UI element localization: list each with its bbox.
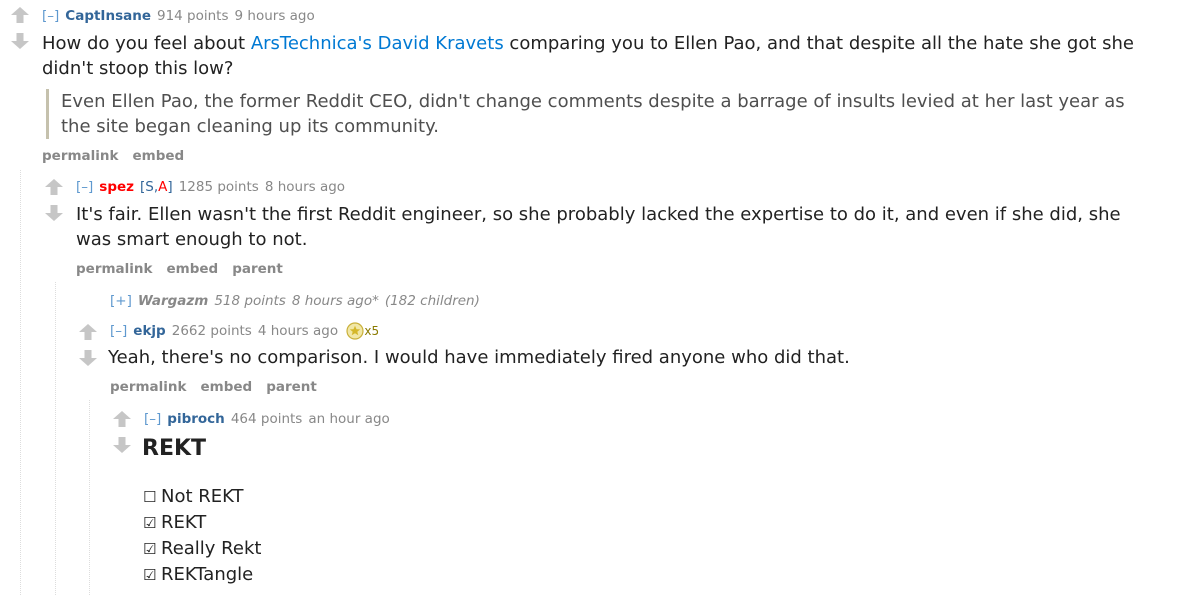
quote-text: Even Ellen Pao, the former Reddit CEO, d… xyxy=(61,91,1125,137)
collapse-toggle[interactable]: [–] xyxy=(42,8,59,24)
comment-body: Yeah, there's no comparison. I would hav… xyxy=(108,345,1168,370)
list-item-label: Really Rekt xyxy=(161,538,262,559)
author-link[interactable]: Wargazm xyxy=(138,293,208,309)
downvote-arrow-icon[interactable] xyxy=(10,32,30,50)
collapse-toggle[interactable]: [–] xyxy=(110,323,127,339)
author-link[interactable]: pibroch xyxy=(167,411,225,427)
thread-line-level-1 xyxy=(20,170,21,595)
permalink-button[interactable]: permalink xyxy=(76,261,153,277)
timestamp: 8 hours ago* xyxy=(291,293,379,309)
timestamp: 8 hours ago xyxy=(264,179,346,195)
upvote-arrow-icon[interactable] xyxy=(78,323,98,341)
comment-wargazm-collapsed: [+] Wargazm 518 points 8 hours ago* (182 chi… xyxy=(110,292,480,310)
score: 518 points xyxy=(214,293,286,309)
list-item: ☑ Really Rekt xyxy=(143,536,261,562)
upvote-arrow-icon[interactable] xyxy=(10,6,30,24)
comment-tagline: [–] pibroch 464 points an hour ago xyxy=(144,410,390,428)
permalink-button[interactable]: permalink xyxy=(42,148,119,164)
timestamp: an hour ago xyxy=(308,411,390,427)
comment-body: How do you feel about ArsTechnica's Davi… xyxy=(42,31,1152,81)
flair-s[interactable]: S xyxy=(145,179,154,195)
score: 914 points xyxy=(156,8,229,24)
permalink-button[interactable]: permalink xyxy=(110,379,187,395)
list-item: ☑ REKTangle xyxy=(143,562,261,588)
comment-buttons: permalink embed parent xyxy=(110,378,331,396)
children-count: (182 children) xyxy=(384,293,480,309)
expand-toggle[interactable]: [+] xyxy=(110,293,132,309)
list-item: ☑ REKT xyxy=(143,510,261,536)
timestamp: 4 hours ago xyxy=(257,323,339,339)
timestamp: 9 hours ago xyxy=(234,8,315,24)
comment-tagline: [–] ekjp 2662 points 4 hours ago x5 xyxy=(110,322,379,340)
list-item-label: Not REKT xyxy=(161,486,244,507)
upvote-arrow-icon[interactable] xyxy=(44,178,64,196)
collapse-toggle[interactable]: [–] xyxy=(76,179,93,195)
list-item-label: REKTangle xyxy=(161,564,254,585)
downvote-arrow-icon[interactable] xyxy=(78,349,98,367)
blockquote: Even Ellen Pao, the former Reddit CEO, d… xyxy=(46,89,1151,139)
author-flair: [S,A] xyxy=(140,179,173,195)
comment-tagline: [–] spez [S,A] 1285 points 8 hours ago xyxy=(76,178,345,196)
parent-button[interactable]: parent xyxy=(232,261,283,277)
comment-text: It's fair. Ellen wasn't the first Reddit… xyxy=(76,204,1121,250)
embed-button[interactable]: embed xyxy=(133,148,185,164)
list-item: ☐ Not REKT xyxy=(143,484,261,510)
list-item-label: REKT xyxy=(161,512,207,533)
checkbox-checked: ☑ xyxy=(143,540,157,558)
score: 1285 points xyxy=(178,179,259,195)
comment-tagline: [–] CaptInsane 914 points 9 hours ago xyxy=(42,7,315,25)
article-link[interactable]: ArsTechnica's David Kravets xyxy=(251,33,504,54)
collapse-toggle[interactable]: [–] xyxy=(144,411,161,427)
downvote-arrow-icon[interactable] xyxy=(44,204,64,222)
gild-count: x5 xyxy=(364,324,380,338)
author-link[interactable]: ekjp xyxy=(133,323,165,339)
comment-buttons: permalink embed xyxy=(42,147,198,165)
heading-text: REKT xyxy=(142,436,207,461)
flair-bracket-close: ] xyxy=(167,179,173,195)
gold-award-icon[interactable] xyxy=(346,322,364,340)
comment-text: Yeah, there's no comparison. I would hav… xyxy=(108,347,850,368)
score: 464 points xyxy=(230,411,303,427)
upvote-arrow-icon[interactable] xyxy=(112,410,132,428)
comment-body: It's fair. Ellen wasn't the first Reddit… xyxy=(76,202,1156,252)
author-link[interactable]: CaptInsane xyxy=(65,8,151,24)
checkbox-checked: ☑ xyxy=(143,566,157,584)
downvote-arrow-icon[interactable] xyxy=(112,436,132,454)
embed-button[interactable]: embed xyxy=(167,261,219,277)
checkbox-checked: ☑ xyxy=(143,514,157,532)
thread-line-level-2 xyxy=(55,282,56,595)
embed-button[interactable]: embed xyxy=(201,379,253,395)
checklist: ☐ Not REKT ☑ REKT ☑ Really Rekt ☑ REKTangle xyxy=(143,484,261,588)
checkbox-empty: ☐ xyxy=(143,488,157,506)
comment-heading: REKT xyxy=(142,435,206,463)
comment-buttons: permalink embed parent xyxy=(76,260,297,278)
author-link[interactable]: spez xyxy=(99,179,134,195)
score: 2662 points xyxy=(171,323,252,339)
parent-button[interactable]: parent xyxy=(266,379,317,395)
thread-line-level-3 xyxy=(89,400,90,595)
comment-text: How do you feel about xyxy=(42,33,251,54)
